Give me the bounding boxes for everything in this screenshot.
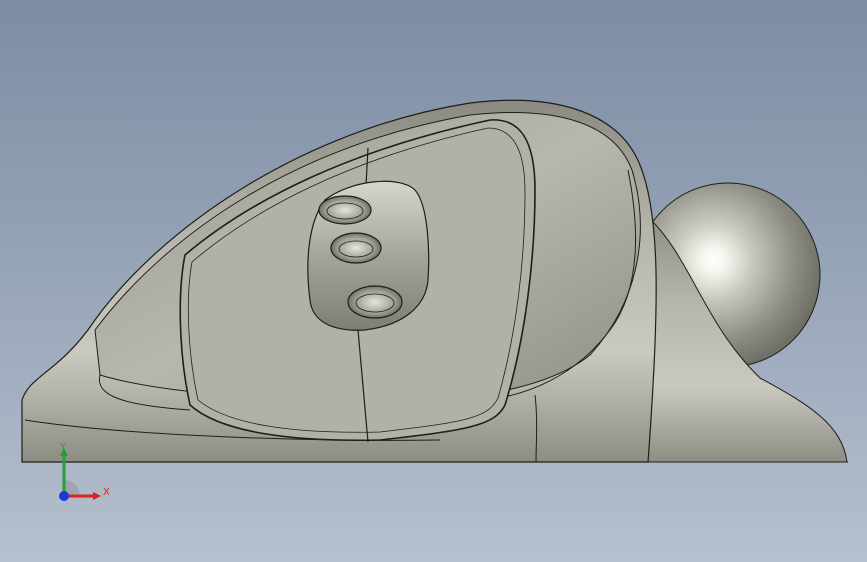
middle-button[interactable]	[330, 232, 382, 264]
cad-3d-viewport[interactable]: X Y	[0, 0, 867, 562]
x-axis-label: X	[103, 487, 110, 498]
coordinate-triad: X Y	[50, 440, 120, 510]
mouse-model[interactable]	[0, 0, 867, 562]
y-axis-label: Y	[60, 442, 67, 453]
z-axis-icon	[59, 491, 69, 501]
